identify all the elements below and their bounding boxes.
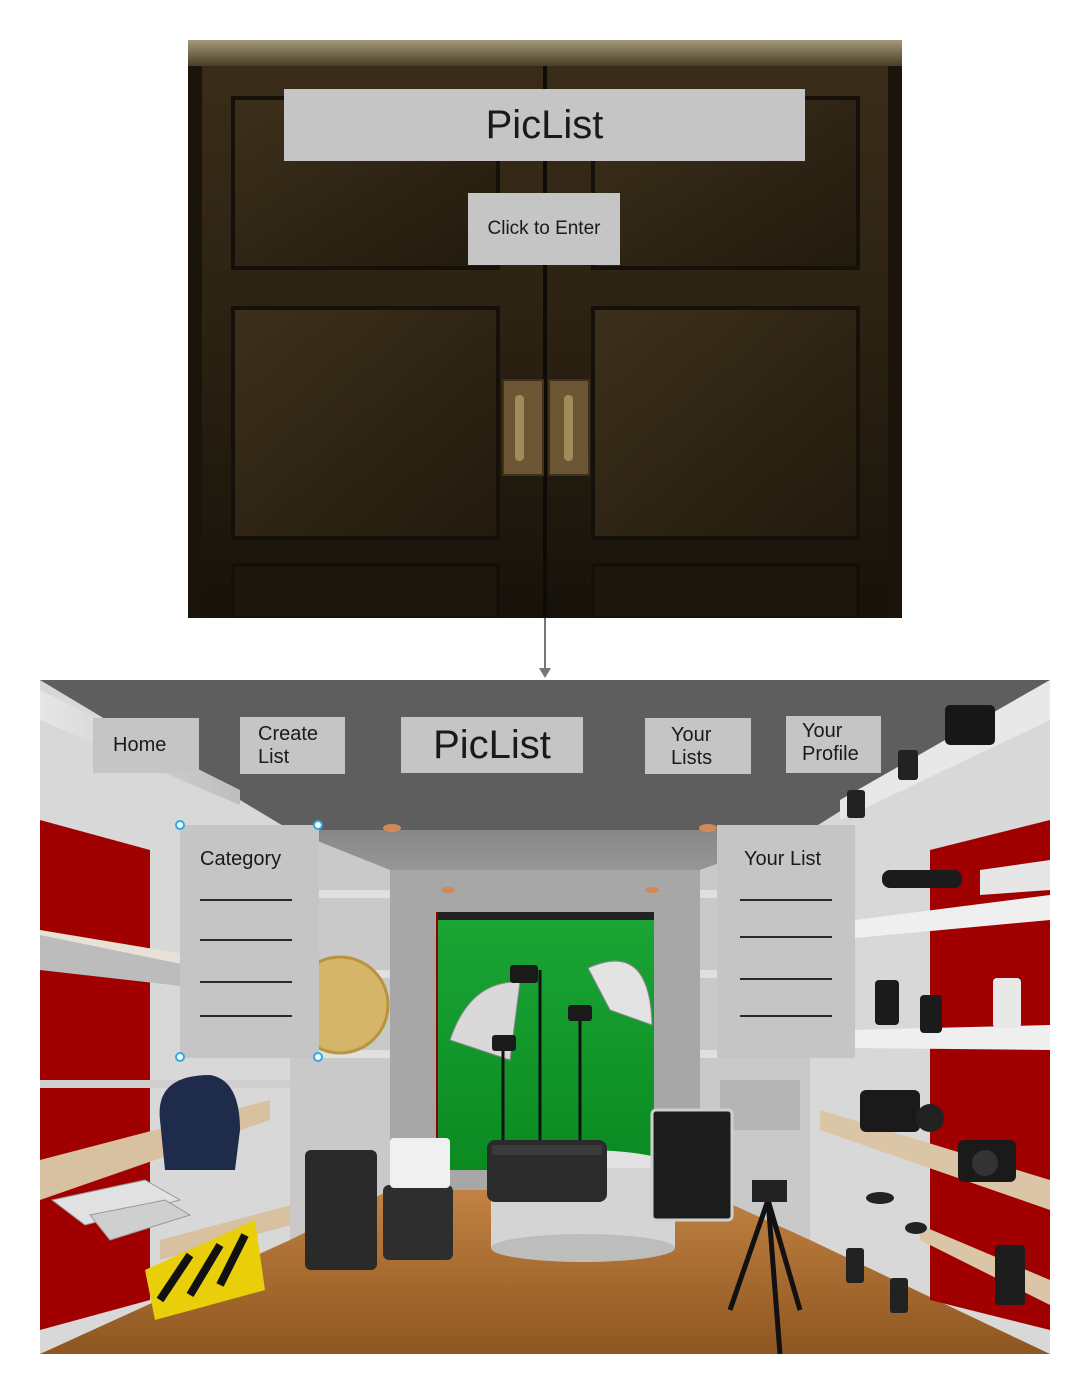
click-to-enter-button[interactable]: Click to Enter bbox=[468, 193, 620, 265]
home-button-label: Home bbox=[113, 734, 167, 756]
studio-page-title: PicList bbox=[401, 717, 583, 773]
studio-screen: Home Create List PicList Your Lists Your… bbox=[40, 680, 1050, 1354]
entry-screen: PicList Click to Enter bbox=[188, 40, 902, 618]
your-list-line-3[interactable] bbox=[740, 978, 832, 980]
selection-handle-bottom-left[interactable] bbox=[175, 1052, 185, 1062]
your-list-panel-title: Your List bbox=[744, 848, 822, 870]
your-list-line-1[interactable] bbox=[740, 899, 832, 901]
your-lists-label-line2: Lists bbox=[671, 747, 713, 769]
category-panel[interactable]: Category bbox=[180, 825, 319, 1058]
category-line-4[interactable] bbox=[200, 1015, 292, 1017]
your-profile-button[interactable]: Your Profile bbox=[786, 716, 881, 773]
your-profile-label-line1: Your bbox=[802, 720, 843, 742]
app-title: PicList bbox=[284, 89, 805, 161]
category-line-3[interactable] bbox=[200, 981, 292, 983]
create-list-label-line2: List bbox=[258, 746, 290, 768]
selection-handle-top-left[interactable] bbox=[175, 820, 185, 830]
your-list-panel[interactable]: Your List bbox=[717, 825, 855, 1058]
home-button[interactable]: Home bbox=[93, 718, 199, 773]
flow-arrow-icon bbox=[539, 618, 551, 678]
your-lists-label-line1: Your bbox=[671, 724, 712, 746]
create-list-label-line1: Create bbox=[258, 723, 319, 745]
selection-handle-top-right[interactable] bbox=[313, 820, 323, 830]
your-profile-label-line2: Profile bbox=[802, 743, 859, 765]
selection-handle-bottom-right[interactable] bbox=[313, 1052, 323, 1062]
category-panel-title: Category bbox=[200, 848, 282, 870]
category-line-2[interactable] bbox=[200, 939, 292, 941]
category-line-1[interactable] bbox=[200, 899, 292, 901]
your-list-line-2[interactable] bbox=[740, 936, 832, 938]
your-lists-button[interactable]: Your Lists bbox=[645, 718, 751, 774]
create-list-button[interactable]: Create List bbox=[240, 717, 345, 774]
your-list-line-4[interactable] bbox=[740, 1015, 832, 1017]
